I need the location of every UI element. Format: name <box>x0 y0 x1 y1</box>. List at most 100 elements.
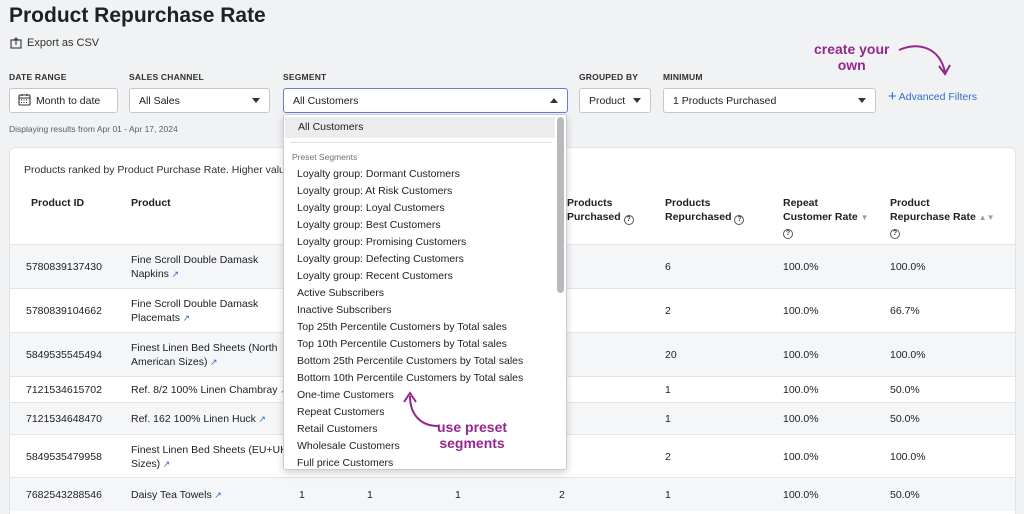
segment-select[interactable]: All Customers <box>283 88 568 113</box>
advanced-filters-label: Advanced Filters <box>898 90 977 103</box>
dropdown-group-label: Preset Segments <box>292 152 358 162</box>
date-range-button[interactable]: Month to date <box>9 88 118 113</box>
page-title: Product Repurchase Rate <box>9 4 266 27</box>
dropdown-option[interactable]: Bottom 25th Percentile Customers by Tota… <box>297 355 523 367</box>
external-link-icon[interactable]: ↗ <box>180 313 191 323</box>
header-product-repurchase-rate[interactable]: Product Repurchase Rate ▲▼ ? <box>890 196 995 239</box>
help-icon[interactable]: ? <box>890 229 900 239</box>
help-icon[interactable]: ? <box>623 215 634 225</box>
displaying-range: Displaying results from Apr 01 - Apr 17,… <box>9 124 178 134</box>
cell-repeat-rate: 100.0% <box>783 384 819 396</box>
minimum-select[interactable]: 1 Products Purchased <box>663 88 876 113</box>
dropdown-option[interactable]: Active Subscribers <box>297 287 384 299</box>
dropdown-option[interactable]: Full price Customers <box>297 457 393 469</box>
dropdown-option[interactable]: Retail Customers <box>297 423 378 435</box>
table-description: Products ranked by Product Purchase Rate… <box>24 164 291 176</box>
grouped-by-label: GROUPED BY <box>579 72 639 82</box>
external-link-icon[interactable]: ↗ <box>256 414 266 424</box>
cell-product-id: 5780839104662 <box>26 305 102 317</box>
header-products-purchased[interactable]: Products Purchased ? <box>567 196 634 225</box>
cell-product-link[interactable]: Fine Scroll Double Damask Placemats ↗ <box>131 297 258 325</box>
cell-product-link[interactable]: Daisy Tea Towels ↗ <box>131 488 222 502</box>
dropdown-option[interactable]: Inactive Subscribers <box>297 304 392 316</box>
header-product-id[interactable]: Product ID <box>31 196 84 210</box>
dropdown-option[interactable]: Loyalty group: At Risk Customers <box>297 185 452 197</box>
dropdown-option[interactable]: Loyalty group: Loyal Customers <box>297 202 445 214</box>
grouped-by-select[interactable]: Product <box>579 88 651 113</box>
cell-product-id: 7121534648470 <box>26 413 102 425</box>
dropdown-option[interactable]: Repeat Customers <box>297 406 385 418</box>
cell-product-link[interactable]: Fine Scroll Double Damask Napkins ↗ <box>131 253 258 281</box>
cell-product-id: 5780839137430 <box>26 261 102 273</box>
export-csv-button[interactable]: Export as CSV <box>10 37 99 49</box>
cell-product-link[interactable]: Finest Linen Bed Sheets (EU+UK Sizes) ↗ <box>131 443 287 471</box>
sales-channel-value: All Sales <box>139 94 180 107</box>
cell-repeat-rate: 100.0% <box>783 451 819 463</box>
annotation-arrow-icon <box>403 391 439 427</box>
cell-repurchased: 1 <box>665 384 671 396</box>
cell-product-id: 5849535479958 <box>26 451 102 463</box>
external-link-icon[interactable]: ↗ <box>212 490 222 500</box>
segment-label: SEGMENT <box>283 72 327 82</box>
dropdown-option-selected[interactable]: All Customers <box>285 117 555 138</box>
sort-desc-icon[interactable]: ▼ <box>861 213 869 222</box>
sort-icon[interactable]: ▲▼ <box>979 213 995 222</box>
cell-repurchased: 2 <box>665 451 671 463</box>
dropdown-option[interactable]: Loyalty group: Promising Customers <box>297 236 466 248</box>
grouped-by-value: Product <box>589 94 626 107</box>
dropdown-option[interactable]: Top 10th Percentile Customers by Total s… <box>297 338 507 350</box>
cell-repurchased: 1 <box>665 413 671 425</box>
cell-repeat-rate: 100.0% <box>783 349 819 361</box>
help-icon[interactable]: ? <box>734 215 745 225</box>
dropdown-option[interactable]: Loyalty group: Defecting Customers <box>297 253 464 265</box>
annotation-create-your-own: create your own <box>814 41 890 73</box>
header-product[interactable]: Product <box>131 196 171 210</box>
dropdown-scrollbar[interactable] <box>557 117 564 293</box>
cell-repurchased: 20 <box>665 349 677 361</box>
header-repeat-customer-rate[interactable]: Repeat Customer Rate ▼ ? <box>783 196 869 239</box>
cell-repurchase-rate: 100.0% <box>890 451 926 463</box>
cell-product-link[interactable]: Finest Linen Bed Sheets (North American S… <box>131 341 278 369</box>
sales-channel-select[interactable]: All Sales <box>129 88 270 113</box>
annotation-use-preset-segments: use preset segments <box>437 419 508 451</box>
cell-repeat-rate: 100.0% <box>783 489 819 501</box>
plus-icon: + <box>888 88 897 105</box>
dropdown-option[interactable]: Top 25th Percentile Customers by Total s… <box>297 321 507 333</box>
header-products-repurchased[interactable]: Products Repurchased ? <box>665 196 745 225</box>
annotation-arrow-icon <box>898 45 951 76</box>
cell-repeat-rate: 100.0% <box>783 413 819 425</box>
cell-repurchased: 1 <box>665 489 671 501</box>
calendar-icon <box>18 93 31 109</box>
external-link-icon[interactable]: ↗ <box>169 269 179 279</box>
table-row: 7682543288546 Daisy Tea Towels ↗ 1 1 1 2 1 100.… <box>10 477 1015 511</box>
cell-product-link[interactable]: Ref. 8/2 100% Linen Chambray ↗ <box>131 383 288 397</box>
cell-product-link[interactable]: Ref. 162 100% Linen Huck ↗ <box>131 412 266 426</box>
minimum-label: MINIMUM <box>663 72 703 82</box>
cell-repurchase-rate: 100.0% <box>890 349 926 361</box>
minimum-value: 1 Products Purchased <box>673 94 777 107</box>
dropdown-option[interactable]: Loyalty group: Dormant Customers <box>297 168 460 180</box>
dropdown-option[interactable]: Bottom 10th Percentile Customers by Tota… <box>297 372 523 384</box>
cell-repeat-rate: 100.0% <box>783 305 819 317</box>
sales-channel-label: SALES CHANNEL <box>129 72 204 82</box>
cell-repurchase-rate: 50.0% <box>890 489 920 501</box>
dropdown-option[interactable]: Loyalty group: Best Customers <box>297 219 441 231</box>
dropdown-divider <box>290 142 552 143</box>
help-icon[interactable]: ? <box>783 229 793 239</box>
external-link-icon[interactable]: ↗ <box>160 459 171 469</box>
dropdown-option[interactable]: Loyalty group: Recent Customers <box>297 270 453 282</box>
advanced-filters-link[interactable]: + Advanced Filters <box>888 89 977 104</box>
cell-product-id: 7121534615702 <box>26 384 102 396</box>
cell-repurchase-rate: 50.0% <box>890 413 920 425</box>
cell-repeat-rate: 100.0% <box>783 261 819 273</box>
export-icon <box>10 37 22 49</box>
segment-value: All Customers <box>293 94 359 107</box>
cell-c3: 1 <box>455 489 461 501</box>
dropdown-option[interactable]: One-time Customers <box>297 389 394 401</box>
external-link-icon[interactable]: ↗ <box>207 357 218 367</box>
dropdown-option[interactable]: Wholesale Customers <box>297 440 400 452</box>
date-range-label: DATE RANGE <box>9 72 67 82</box>
export-label: Export as CSV <box>27 37 100 49</box>
cell-repurchase-rate: 66.7% <box>890 305 920 317</box>
caret-down-icon <box>633 98 641 103</box>
